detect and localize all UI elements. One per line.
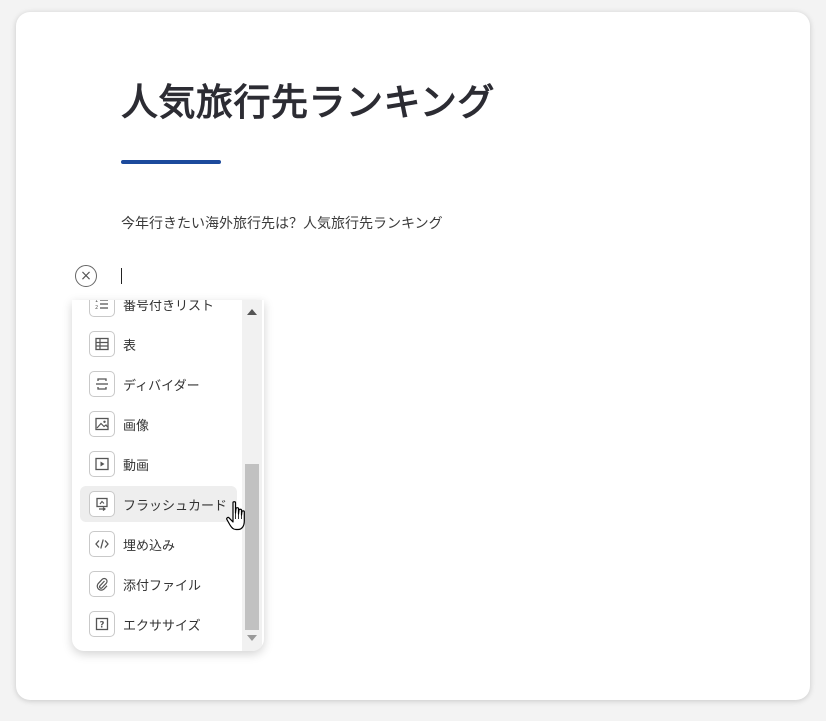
scroll-down-arrow-icon[interactable] <box>247 635 257 641</box>
table-icon <box>89 331 115 357</box>
scrollbar-thumb[interactable] <box>245 464 259 630</box>
menu-item-image[interactable]: 画像 <box>80 406 237 442</box>
menu-scrollbar[interactable] <box>242 300 262 651</box>
menu-item-label: 埋め込み <box>123 538 176 554</box>
scroll-up-arrow-icon[interactable] <box>247 309 257 315</box>
menu-item-exercise[interactable]: ? エクササイズ <box>80 606 237 642</box>
numbered-list-icon: 12 <box>89 300 115 317</box>
close-glyph: × <box>80 268 92 284</box>
menu-item-label: 表 <box>123 338 137 354</box>
menu-item-label: ディバイダー <box>123 378 200 394</box>
menu-item-embed[interactable]: 埋め込み <box>80 526 237 562</box>
title-underline <box>121 160 221 164</box>
menu-item-video[interactable]: 動画 <box>80 446 237 482</box>
exercise-icon: ? <box>89 611 115 637</box>
menu-item-table[interactable]: 表 <box>80 326 237 362</box>
hand-pointer-cursor-icon <box>226 501 245 531</box>
page-title: 人気旅行先ランキング <box>121 81 495 124</box>
menu-item-flashcard[interactable]: フラッシュカード <box>80 486 237 522</box>
svg-text:?: ? <box>100 621 105 631</box>
page-subtitle[interactable]: 今年行きたい海外旅行先は？人気旅行先ランキング <box>121 213 443 233</box>
flashcard-icon <box>89 491 115 517</box>
menu-item-label: 動画 <box>123 458 150 474</box>
menu-item-label: フラッシュカード <box>123 498 228 514</box>
embed-icon <box>89 531 115 557</box>
menu-item-label: 添付ファイル <box>123 578 202 594</box>
menu-item-divider[interactable]: ディバイダー <box>80 366 237 402</box>
text-caret[interactable] <box>121 268 122 284</box>
menu-item-label: 番号付きリスト <box>123 300 215 314</box>
menu-list: 12 番号付きリスト 表 ディバイダー 画像 動画 フラッシュカード 埋め込み … <box>72 300 240 651</box>
divider-icon <box>89 371 115 397</box>
svg-text:1: 1 <box>95 300 98 304</box>
menu-item-attachment[interactable]: 添付ファイル <box>80 566 237 602</box>
menu-item-label: 画像 <box>123 418 150 434</box>
svg-text:2: 2 <box>95 305 98 311</box>
image-icon <box>89 411 115 437</box>
menu-item-numbered-list[interactable]: 12 番号付きリスト <box>80 300 237 322</box>
attachment-icon <box>89 571 115 597</box>
close-icon[interactable]: × <box>75 265 97 287</box>
insert-block-menu: 12 番号付きリスト 表 ディバイダー 画像 動画 フラッシュカード 埋め込み … <box>72 300 264 651</box>
menu-item-label: エクササイズ <box>123 618 201 634</box>
video-icon <box>89 451 115 477</box>
